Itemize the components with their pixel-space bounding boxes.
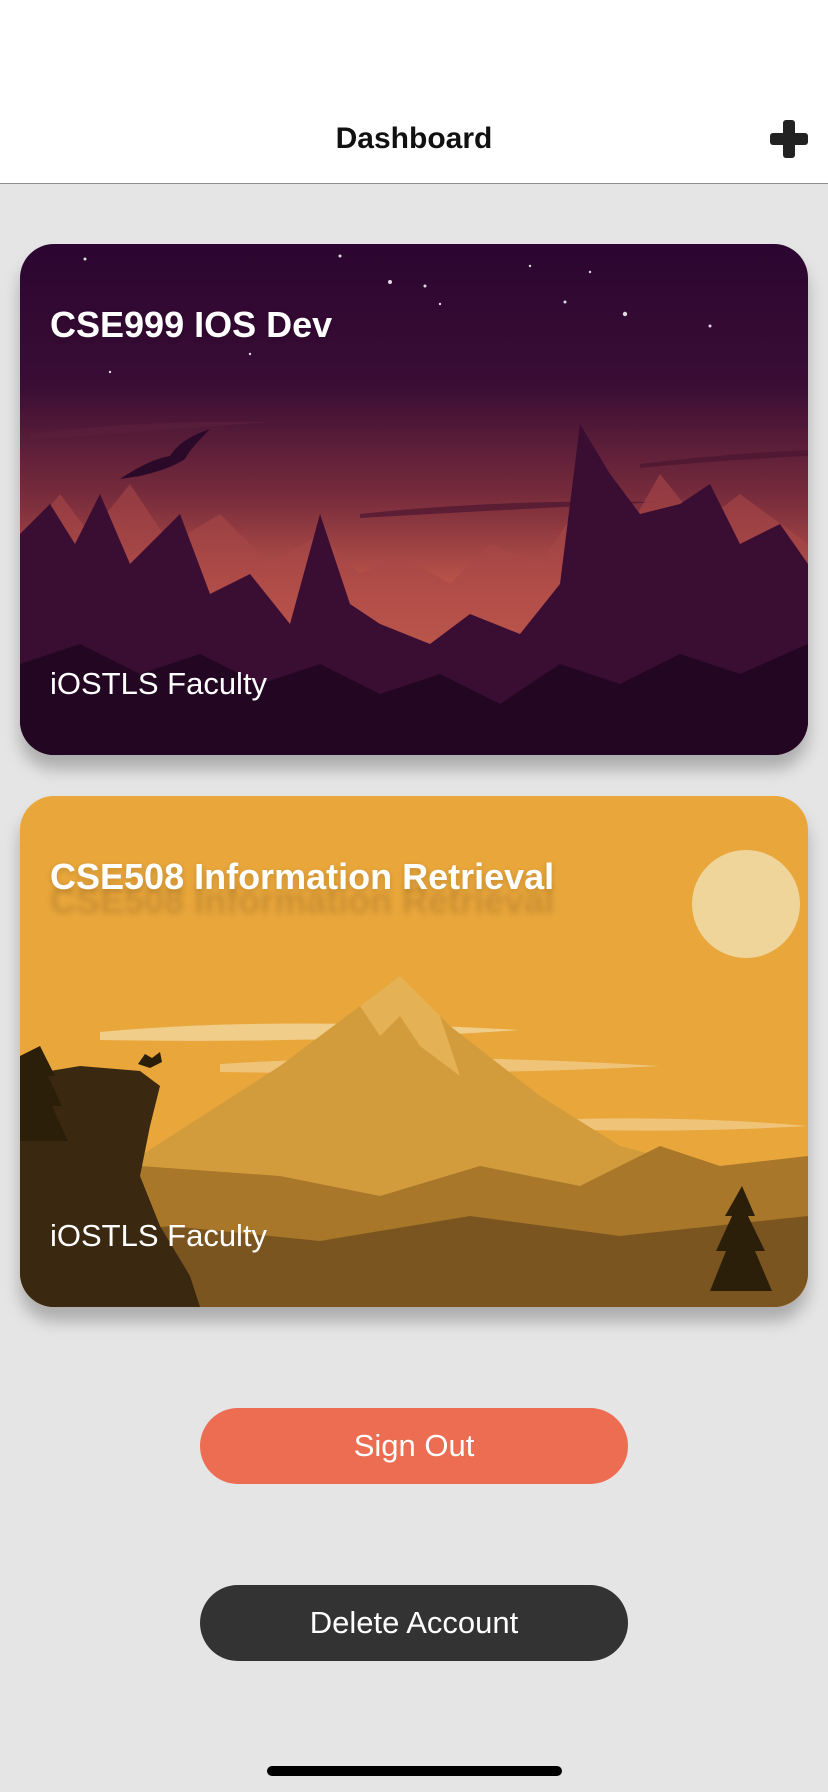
course-card[interactable]: CSE999 IOS Dev iOSTLS Faculty [20, 244, 808, 755]
course-title: CSE999 IOS Dev [50, 304, 333, 345]
navigation-bar: Dashboard [0, 100, 828, 184]
course-faculty: iOSTLS Faculty [50, 1218, 268, 1253]
dashboard-screen: Dashboard CSE999 IOS Dev iOSTLS Faculty … [0, 0, 828, 1792]
sign-out-button[interactable]: Sign Out [200, 1408, 628, 1484]
course-title: CSE508 Information Retrieval [50, 856, 555, 897]
course-card[interactable]: CSE508 Information Retrieval CSE508 Info… [20, 796, 808, 1307]
status-bar [0, 0, 828, 100]
course-faculty: iOSTLS Faculty [50, 666, 268, 701]
page-title: Dashboard [335, 122, 493, 155]
plus-icon [770, 120, 808, 158]
delete-account-button[interactable]: Delete Account [200, 1585, 628, 1661]
add-course-button[interactable] [768, 118, 810, 160]
home-indicator[interactable] [267, 1766, 562, 1776]
